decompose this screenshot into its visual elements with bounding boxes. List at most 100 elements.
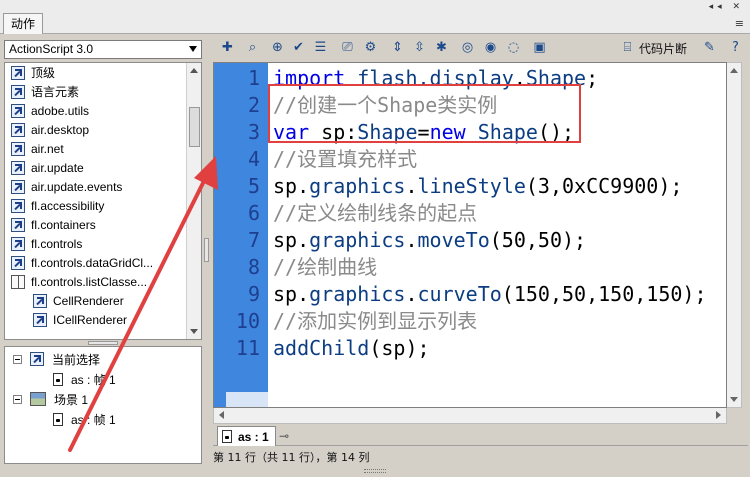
add-item-icon[interactable]: ✚ — [219, 39, 236, 56]
line-number: 3 — [247, 120, 260, 144]
tree-item-label: fl.accessibility — [31, 198, 105, 213]
tree-item-label: air.update.events — [31, 179, 123, 194]
code-lines: 1 import flash.display.Shape; 2 //创建一个Shape… — [214, 65, 726, 362]
tree-item[interactable]: air.net — [5, 139, 187, 158]
tree-item[interactable]: ICellRenderer — [5, 310, 187, 329]
reference-icon — [33, 312, 47, 327]
scroll-down-icon[interactable] — [190, 329, 198, 334]
editor-vertical-scrollbar[interactable] — [727, 62, 742, 408]
collapse-selection-icon[interactable]: ⇳ — [411, 39, 428, 56]
reference-icon — [11, 141, 25, 156]
script-doc-icon — [53, 372, 63, 386]
code-line[interactable]: 5 sp.graphics.lineStyle(3,0xCC9900); — [214, 173, 726, 200]
tree-item[interactable]: air.update.events — [5, 177, 187, 196]
code-line[interactable]: 7 sp.graphics.moveTo(50,50); — [214, 227, 726, 254]
tree-item[interactable]: fl.controls.dataGridCl... — [5, 253, 187, 272]
code-line[interactable]: 4 //设置填充样式 — [214, 146, 726, 173]
apply-block-comment-icon[interactable]: ◎ — [459, 39, 476, 56]
language-version-select[interactable]: ActionScript 3.0 — [4, 40, 202, 59]
chevron-down-icon[interactable] — [189, 46, 197, 52]
remove-comment-icon[interactable]: ◌ — [505, 39, 522, 56]
code-line[interactable]: 10 //添加实例到显示列表 — [214, 308, 726, 335]
code-line[interactable]: 9 sp.graphics.curveTo(150,50,150,150); — [214, 281, 726, 308]
code-text: sp.graphics.lineStyle(3,0xCC9900); — [273, 174, 683, 198]
tree-item[interactable]: fl.containers — [5, 215, 187, 234]
status-bar: 第 11 行（共 11 行），第 14 列 — [213, 451, 370, 464]
panel-header: 动作 ◂◂ ✕ ≡ — [0, 0, 750, 34]
vertical-splitter[interactable] — [203, 38, 210, 464]
check-syntax-icon[interactable]: ✔ — [290, 39, 307, 56]
code-line[interactable]: 2 //创建一个Shape类实例 — [214, 92, 726, 119]
splitter-grip[interactable] — [88, 341, 118, 345]
code-hint-icon[interactable]: ⎚ — [339, 39, 356, 56]
line-number: 9 — [247, 282, 260, 306]
scroll-left-icon[interactable] — [219, 411, 224, 419]
reference-icon — [11, 217, 25, 232]
tree-item[interactable]: air.desktop — [5, 120, 187, 139]
script-tab[interactable]: as : 1 — [217, 426, 276, 446]
package-tree-list: 顶级语言元素 adobe.utils air.desktop air.net air.u… — [5, 63, 187, 329]
tab-actions[interactable]: 动作 — [3, 13, 43, 34]
line-number: 4 — [247, 147, 260, 171]
reference-icon — [11, 179, 25, 194]
line-number: 6 — [247, 201, 260, 225]
line-number: 11 — [235, 336, 260, 360]
tree-item-label: air.update — [31, 160, 84, 175]
scroll-up-icon[interactable] — [730, 68, 738, 73]
collapse-icon[interactable] — [13, 394, 22, 404]
reference-icon — [11, 198, 25, 213]
target-path-icon[interactable]: ⊕ — [269, 39, 286, 56]
collapse-icon[interactable] — [13, 354, 22, 364]
expand-all-icon[interactable]: ✱ — [433, 39, 450, 56]
code-snippets-button[interactable]: 代码片断 — [639, 40, 687, 57]
tree-item[interactable]: fl.controls — [5, 234, 187, 253]
script-toolbar: ✚ ⌕ ⊕ ✔ ☰ ⎚ ⚙ ⇕ ⇳ ✱ ◎ ◉ ◌ ▣ ⌸ 代码片断 ✎ ? — [213, 36, 748, 60]
tree-item[interactable]: fl.accessibility — [5, 196, 187, 215]
code-line[interactable]: 11 addChild(sp); — [214, 335, 726, 362]
help-icon[interactable]: ? — [727, 39, 744, 56]
code-line[interactable]: 8 //绘制曲线 — [214, 254, 726, 281]
pin-icon[interactable]: ⊸ — [279, 429, 289, 443]
tree-item[interactable]: CellRenderer — [5, 291, 187, 310]
script-doc-icon — [222, 430, 232, 443]
auto-format-icon[interactable]: ☰ — [312, 39, 329, 56]
tree-item-label: fl.controls.dataGridCl... — [31, 255, 154, 270]
tree-item-label: 语言元素 — [31, 85, 80, 99]
scroll-right-icon[interactable] — [716, 411, 721, 419]
code-text: //添加实例到显示列表 — [273, 309, 478, 333]
tree-item[interactable]: adobe.utils — [5, 101, 187, 120]
resize-grip[interactable] — [364, 469, 386, 473]
apply-line-comment-icon[interactable]: ◉ — [482, 39, 499, 56]
tree-item[interactable]: fl.controls.listClasse... — [5, 272, 187, 291]
package-tree-scrollbar[interactable] — [186, 63, 201, 339]
collapse-between-braces-icon[interactable]: ⇕ — [389, 39, 406, 56]
code-line[interactable]: 1 import flash.display.Shape; — [214, 65, 726, 92]
code-editor[interactable]: 1 import flash.display.Shape; 2 //创建一个Shape… — [213, 62, 727, 408]
scroll-up-icon[interactable] — [190, 68, 198, 73]
code-text: //设置填充样式 — [273, 147, 418, 171]
find-icon[interactable]: ⌕ — [244, 39, 261, 56]
node-scene[interactable]: 场景 1 — [5, 389, 201, 409]
package-tree: 顶级语言元素 adobe.utils air.desktop air.net air.u… — [4, 62, 202, 340]
reference-icon — [11, 236, 25, 251]
node-current-selection[interactable]: 当前选择 — [5, 349, 201, 369]
script-assist-icon[interactable]: ✎ — [701, 39, 718, 56]
scroll-thumb[interactable] — [189, 107, 200, 147]
node-scene-frame[interactable]: as : 帧 1 — [5, 409, 201, 429]
panel-menu-icon[interactable]: ≡ — [735, 17, 744, 30]
scroll-down-icon[interactable] — [730, 397, 738, 402]
code-line[interactable]: 3 var sp:Shape=new Shape(); — [214, 119, 726, 146]
node-current-frame[interactable]: as : 帧 1 — [5, 369, 201, 389]
line-number: 7 — [247, 228, 260, 252]
show-hide-toolbox-icon[interactable]: ▣ — [531, 39, 548, 56]
script-navigator: 当前选择 as : 帧 1 场景 1 as : 帧 1 — [4, 346, 202, 464]
splitter-grip[interactable] — [204, 238, 209, 262]
editor-horizontal-scrollbar[interactable] — [213, 408, 727, 424]
tree-item[interactable]: 顶级 — [5, 63, 187, 82]
code-snippets-icon[interactable]: ⌸ — [619, 39, 636, 56]
tree-item[interactable]: 语言元素 — [5, 82, 187, 101]
panel-window-buttons[interactable]: ◂◂ ✕ — [709, 2, 744, 12]
tree-item[interactable]: air.update — [5, 158, 187, 177]
code-line[interactable]: 6 //定义绘制线条的起点 — [214, 200, 726, 227]
debug-options-icon[interactable]: ⚙ — [362, 39, 379, 56]
